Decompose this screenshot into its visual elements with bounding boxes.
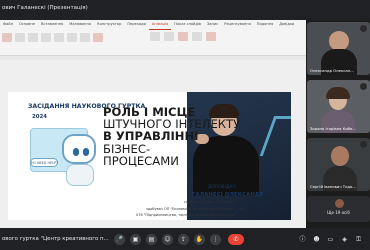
participant-name: Зоряна Ігорівна Кобе... [310,126,356,131]
participant-tile[interactable]: Зоряна Ігорівна Кобе... [307,80,370,133]
layout-icon[interactable] [28,33,38,42]
others-count: Ще 19 осіб [327,210,350,215]
fill-icon[interactable] [178,32,188,41]
participant-name: Сергій Іванович Тодо... [310,184,356,189]
robot-icon [62,134,96,164]
font-icon[interactable] [41,33,51,42]
italic-icon[interactable] [67,33,77,42]
slide-title-line: БІЗНЕС- [103,141,151,156]
participant-tile[interactable]: Сергій Іванович Тодо... [307,138,370,191]
shapes-icon[interactable] [93,33,103,42]
ribbon-tab[interactable]: Переходи [124,22,149,30]
participant-tile[interactable]: Олександр Олексан... [307,22,370,75]
arrange-icon[interactable] [150,32,160,41]
ribbon-tab[interactable]: Подання [254,22,276,30]
speaker-program: здобувач ОП "Економіка та організація бі… [146,207,247,211]
paste-icon[interactable] [2,33,12,42]
slide: ЗАСІДАННЯ НАУКОВОГО ГУРТКА 2024 HI! NEED… [8,92,291,220]
ribbon-tab[interactable]: Рецензування [221,22,254,30]
ribbon-tab[interactable]: Запис [204,22,221,30]
mic-icon[interactable]: 🎤 [114,234,125,245]
ribbon-tab[interactable]: Малювання [66,22,94,30]
meet-window: ович Галанескі (Презентація) Файл Основне… [0,0,370,250]
ribbon-tab[interactable]: Файл [0,22,16,30]
shared-screen: Файл Основне Вставлення Малювання Конструкто… [0,20,306,228]
meeting-name: ового гуртка "Центр креативного п... [2,236,109,242]
slide-pane: ЗАСІДАННЯ НАУКОВОГО ГУРТКА 2024 HI! NEED… [0,60,306,228]
mic-off-icon [360,83,367,90]
ribbon-tab[interactable]: Анімація [148,22,172,30]
slide-title-line: В УПРАВЛІННІ [103,129,199,144]
mic-off-icon [360,141,367,148]
camera-icon[interactable]: ▣ [130,234,141,245]
emoji-icon[interactable]: ☺ [162,234,173,245]
speaker-name: ГАЛАНЕСІ ОЛЕКСАНДР [192,192,264,198]
designer-icon[interactable] [206,32,216,41]
others-tile[interactable]: Ще 19 осіб [307,196,370,222]
presentation-title: ович Галанескі (Презентація) [2,5,88,11]
new-slide-icon[interactable] [15,33,25,42]
bottom-bar: ового гуртка "Центр креативного п... 🎤 ▣… [0,228,370,250]
speaker-student: студент 2 курсу, СН групи [184,200,233,204]
ribbon-menu: Файл Основне Вставлення Малювання Конструкто… [0,22,297,30]
ribbon-tools-left [2,33,103,42]
present-icon[interactable]: ⇪ [178,234,189,245]
end-call-icon[interactable]: ✆ [228,234,244,245]
ribbon-tab[interactable]: Показ слайдів [171,22,204,30]
chat-icon[interactable]: ▭ [326,235,335,244]
speaker-specialty: 076 "Підприємництво, торгівля та біржова… [136,213,237,217]
top-bar: ович Галанескі (Презентація) [0,0,370,20]
slide-year: 2024 [32,114,48,120]
find-icon[interactable] [192,32,202,41]
more-icon[interactable]: ⋮ [210,234,221,245]
ribbon-tab[interactable]: Довідка [276,22,297,30]
speaker-label: ДОПОВІДАЧ: [208,185,237,190]
ribbon-tab[interactable]: Конструктор [94,22,124,30]
avatar [335,199,344,208]
participant-name: Олександр Олексан... [310,68,354,73]
mic-off-icon [360,25,367,32]
slide-title-line: ПРОЦЕСАМИ [103,153,179,168]
people-icon[interactable]: ☻ [312,235,321,244]
info-icon[interactable]: ⓘ [298,235,307,244]
avatar [331,146,349,166]
captions-icon[interactable]: ▤ [146,234,157,245]
lock-icon[interactable]: ⚿ [354,235,363,244]
raise-hand-icon[interactable]: ✋ [194,234,205,245]
robot-illustration: HI! NEED HELP? [30,128,108,194]
ribbon-tab[interactable]: Основне [16,22,38,30]
align-icon[interactable] [80,33,90,42]
styles-icon[interactable] [164,32,174,41]
avatar [329,31,349,51]
ribbon-tools-right [150,32,216,41]
ppt-ribbon: Файл Основне Вставлення Малювання Конструкто… [0,20,306,56]
slide-title: РОЛЬ І МІСЦЕ ШТУЧНОГО ІНТЕЛЕКТУ В УПРАВЛІН… [103,106,240,168]
speech-bubble: HI! NEED HELP? [30,158,58,167]
bold-icon[interactable] [54,33,64,42]
activities-icon[interactable]: ◈ [340,235,349,244]
ribbon-tab[interactable]: Вставлення [38,22,66,30]
